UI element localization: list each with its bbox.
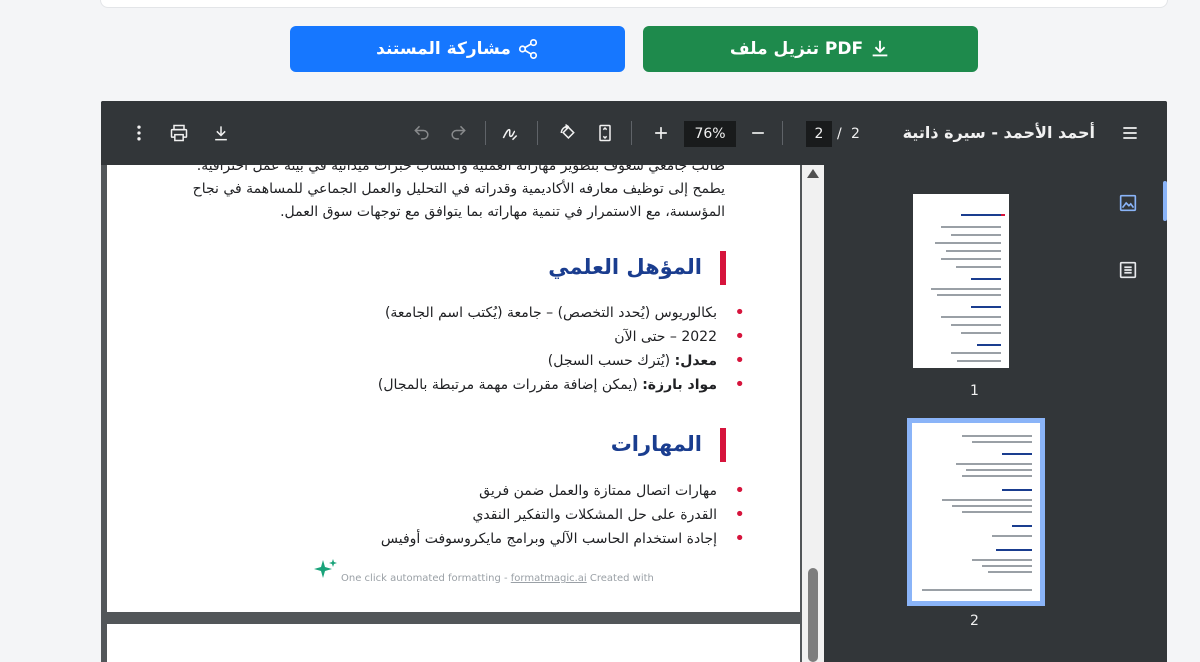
- heading-accent-bar: [720, 428, 726, 462]
- intro-paragraph: طالب جامعي شغوف بتطوير مهاراته العملية و…: [165, 165, 725, 224]
- pdf-page-next: [107, 624, 800, 662]
- list-item: مواد بارزة: (يمكن إضافة مقررات مهمة مرتب…: [125, 373, 745, 397]
- menu-icon: [1123, 127, 1137, 139]
- download-button-label: تنزيل ملف PDF: [729, 39, 864, 59]
- download-pdf-button[interactable]: تنزيل ملف PDF: [643, 26, 978, 72]
- page-separator: /: [837, 126, 842, 142]
- list-item: مهارات اتصال ممتازة والعمل ضمن فريق: [125, 479, 745, 503]
- top-card: [100, 0, 1168, 8]
- thumbnail-panel: 1 2: [824, 165, 1167, 662]
- redo-button[interactable]: [446, 121, 470, 145]
- footer-credit: One click automated formatting - formatm…: [341, 573, 654, 584]
- fit-page-icon: [599, 124, 611, 142]
- skills-list: مهارات اتصال ممتازة والعمل ضمن فريق القد…: [125, 479, 745, 551]
- list-item: بكالوريوس (يُحدد التخصص) – جامعة (يُكتب …: [125, 301, 745, 325]
- rotate-icon: [560, 124, 575, 139]
- download-icon: [872, 40, 888, 57]
- list-item: إجادة استخدام الحاسب الآلي وبرامج مايكرو…: [125, 527, 745, 551]
- total-pages: 2: [851, 126, 860, 142]
- minus-icon: [752, 132, 764, 134]
- toolbar-separator: [485, 121, 486, 145]
- print-icon: [170, 124, 188, 142]
- intro-line: طالب جامعي شغوف بتطوير مهاراته العملية و…: [196, 165, 725, 174]
- toolbar-separator: [631, 121, 632, 145]
- rotate-button[interactable]: [556, 121, 580, 145]
- list-item: معدل: (يُترك حسب السجل): [125, 349, 745, 373]
- education-list: بكالوريوس (يُحدد التخصص) – جامعة (يُكتب …: [125, 301, 745, 397]
- pdf-viewer: 76% 2 / 2 أحمد الأحمد - سيرة ذاتية طالب …: [101, 101, 1167, 662]
- share-document-button[interactable]: مشاركة المستند: [290, 26, 625, 72]
- thumbnail-label-1: 1: [970, 383, 979, 399]
- heading-accent-bar: [720, 251, 726, 285]
- zoom-in-button[interactable]: [649, 121, 673, 145]
- undo-button[interactable]: [410, 121, 434, 145]
- list-item: 2022 – حتى الآن: [125, 325, 745, 349]
- thumbnail-label-2: 2: [970, 613, 979, 629]
- pen-icon: [502, 128, 518, 141]
- toolbar-separator: [782, 121, 783, 145]
- pdf-toolbar: 76% 2 / 2 أحمد الأحمد - سيرة ذاتية: [101, 101, 1167, 165]
- sparkle-icon: [314, 559, 337, 578]
- download-icon: [215, 126, 227, 141]
- document-title: أحمد الأحمد - سيرة ذاتية: [902, 123, 1095, 142]
- image-thumbnails-icon[interactable]: [1117, 192, 1139, 214]
- zoom-out-button[interactable]: [746, 121, 770, 145]
- annotate-button[interactable]: [498, 121, 522, 145]
- undo-icon: [414, 125, 429, 140]
- print-button[interactable]: [167, 121, 191, 145]
- scroll-up-arrow[interactable]: [807, 169, 819, 178]
- share-button-label: مشاركة المستند: [376, 39, 511, 59]
- formatmagic-link[interactable]: formatmagic.ai: [511, 573, 587, 584]
- pdf-page: طالب جامعي شغوف بتطوير مهاراته العملية و…: [107, 165, 800, 612]
- fit-page-button[interactable]: [593, 121, 617, 145]
- panel-scroll-indicator: [1163, 181, 1167, 221]
- share-icon: [518, 39, 537, 59]
- page-thumbnail-2[interactable]: [912, 423, 1040, 601]
- skills-heading: المهارات: [610, 432, 702, 456]
- redo-icon: [451, 125, 466, 140]
- scrollbar-thumb[interactable]: [808, 568, 818, 662]
- more-vert-icon: [137, 125, 141, 141]
- intro-line: يطمح إلى توظيف معارفه الأكاديمية وقدراته…: [192, 181, 725, 197]
- plus-icon: [655, 127, 667, 139]
- more-options-button[interactable]: [127, 121, 151, 145]
- current-page-input[interactable]: 2: [806, 121, 832, 147]
- list-item: القدرة على حل المشكلات والتفكير النقدي: [125, 503, 745, 527]
- outline-icon[interactable]: [1117, 259, 1139, 281]
- download-button[interactable]: [209, 121, 233, 145]
- toolbar-separator: [537, 121, 538, 145]
- sidebar-menu-button[interactable]: [1118, 121, 1142, 145]
- intro-line: المؤسسة، مع الاستمرار في تنمية مهاراته ب…: [280, 204, 725, 220]
- education-heading: المؤهل العلمي: [548, 255, 702, 279]
- page-thumbnail-1[interactable]: [913, 194, 1009, 368]
- zoom-level-input[interactable]: 76%: [684, 121, 736, 147]
